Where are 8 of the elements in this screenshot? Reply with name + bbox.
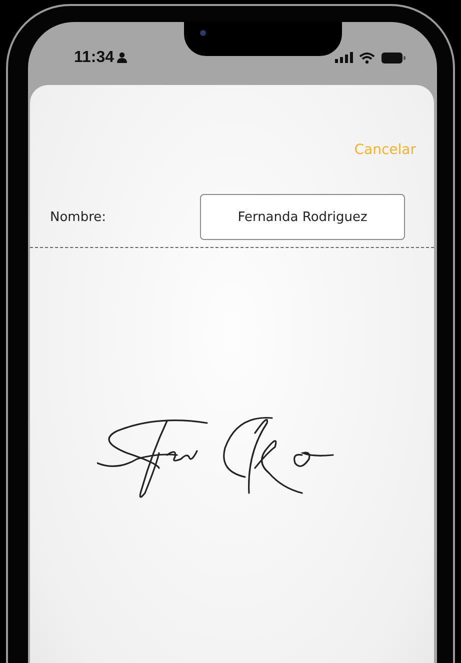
camera-icon xyxy=(200,30,206,36)
battery-icon xyxy=(381,52,406,64)
person-icon xyxy=(117,52,128,63)
wifi-icon xyxy=(359,52,375,64)
name-field[interactable]: Fernanda Rodriguez xyxy=(200,194,405,240)
status-time: 11:34 xyxy=(74,48,114,66)
signal-icon xyxy=(335,52,353,63)
name-label: Nombre: xyxy=(50,210,106,224)
